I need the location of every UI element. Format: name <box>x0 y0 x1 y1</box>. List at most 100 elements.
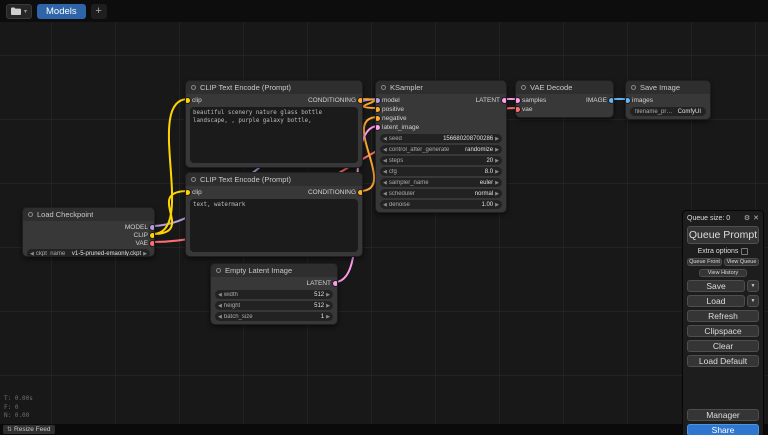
clipspace-button[interactable]: Clipspace <box>687 325 759 337</box>
collapse-icon[interactable] <box>191 177 196 182</box>
decrement-arrow-icon[interactable]: ◀ <box>383 136 387 142</box>
node-header[interactable]: Load Checkpoint <box>23 208 154 221</box>
increment-arrow-icon[interactable]: ▶ <box>326 303 330 309</box>
widget-batch-size[interactable]: ◀batch_size1▶ <box>215 312 333 321</box>
widget-name: steps <box>389 158 403 164</box>
decrement-arrow-icon[interactable]: ◀ <box>218 314 222 320</box>
increment-arrow-icon[interactable]: ▶ <box>495 147 499 153</box>
increment-arrow-icon[interactable]: ▶ <box>326 314 330 320</box>
increment-arrow-icon[interactable]: ▶ <box>495 169 499 175</box>
decrement-arrow-icon[interactable]: ◀ <box>383 158 387 164</box>
increment-arrow-icon[interactable]: ▶ <box>495 191 499 197</box>
widget-denoise[interactable]: ◀denoise1.00▶ <box>380 200 502 209</box>
images-input-port[interactable] <box>625 98 630 103</box>
increment-arrow-icon[interactable]: ▶ <box>326 292 330 298</box>
node-header[interactable]: KSampler <box>376 81 506 94</box>
node-clip-text-encode-negative[interactable]: CLIP Text Encode (Prompt) clip CONDITION… <box>185 172 363 257</box>
latent-output-port[interactable] <box>333 281 338 286</box>
prompt-textarea[interactable]: text, watermark <box>190 199 358 252</box>
extra-options-checkbox[interactable] <box>741 248 748 255</box>
node-header[interactable]: CLIP Text Encode (Prompt) <box>186 173 362 186</box>
node-header[interactable]: VAE Decode <box>516 81 613 94</box>
clip-output-port[interactable] <box>150 233 155 238</box>
decrement-arrow-icon[interactable]: ◀ <box>383 191 387 197</box>
decrement-arrow-icon[interactable]: ◀ <box>218 303 222 309</box>
close-icon[interactable]: ✕ <box>753 215 759 222</box>
node-empty-latent-image[interactable]: Empty Latent Image LATENT ◀width512▶ ◀he… <box>210 263 338 325</box>
decrement-arrow-icon[interactable]: ◀ <box>383 147 387 153</box>
increment-arrow-icon[interactable]: ▶ <box>495 136 499 142</box>
node-vae-decode[interactable]: VAE Decode samples IMAGE vae <box>515 80 614 118</box>
refresh-button[interactable]: Refresh <box>687 310 759 322</box>
tab-models[interactable]: Models <box>37 4 86 19</box>
queue-front-button[interactable]: Queue Front <box>687 258 722 266</box>
positive-input-port[interactable] <box>375 107 380 112</box>
collapse-icon[interactable] <box>191 85 196 90</box>
queue-prompt-button[interactable]: Queue Prompt <box>687 226 759 244</box>
conditioning-output-port[interactable] <box>358 98 363 103</box>
node-save-image[interactable]: Save Image images filename_prefix ComfyU… <box>625 80 711 120</box>
decrement-arrow-icon[interactable]: ◀ <box>383 202 387 208</box>
decrement-arrow-icon[interactable]: ◀ <box>383 169 387 175</box>
stat-line: F: 0 <box>4 404 33 413</box>
widget-filename-prefix[interactable]: filename_prefix ComfyUI <box>630 107 706 116</box>
widget-width[interactable]: ◀width512▶ <box>215 290 333 299</box>
widget-height[interactable]: ◀height512▶ <box>215 301 333 310</box>
increment-arrow-icon[interactable]: ▶ <box>495 158 499 164</box>
node-load-checkpoint[interactable]: Load Checkpoint MODEL CLIP VAE ◀ ckpt_na… <box>22 207 155 257</box>
node-header[interactable]: Empty Latent Image <box>211 264 337 277</box>
clip-input-port[interactable] <box>185 190 190 195</box>
image-output-port[interactable] <box>609 98 614 103</box>
view-queue-button[interactable]: View Queue <box>724 258 759 266</box>
widget-control-after-generate[interactable]: ◀control_after_generaterandomize▶ <box>380 145 502 154</box>
widget-scheduler[interactable]: ◀schedulernormal▶ <box>380 189 502 198</box>
share-button[interactable]: Share <box>687 424 759 435</box>
prompt-textarea[interactable]: beautiful scenery nature glass bottle la… <box>190 107 358 163</box>
increment-arrow-icon[interactable]: ▶ <box>495 180 499 186</box>
decrement-arrow-icon[interactable]: ◀ <box>218 292 222 298</box>
node-header[interactable]: CLIP Text Encode (Prompt) <box>186 81 362 94</box>
samples-input-port[interactable] <box>515 98 520 103</box>
decrement-arrow-icon[interactable]: ◀ <box>30 251 34 257</box>
collapse-icon[interactable] <box>521 85 526 90</box>
collapse-icon[interactable] <box>631 85 636 90</box>
manager-button[interactable]: Manager <box>687 409 759 421</box>
model-input-port[interactable] <box>375 98 380 103</box>
increment-arrow-icon[interactable]: ▶ <box>143 251 147 257</box>
node-header[interactable]: Save Image <box>626 81 710 94</box>
load-button[interactable]: Load <box>687 295 745 307</box>
widget-steps[interactable]: ◀steps20▶ <box>380 156 502 165</box>
latent-output-port[interactable] <box>502 98 507 103</box>
gear-icon[interactable]: ⚙ <box>744 215 750 222</box>
conditioning-output-port[interactable] <box>358 190 363 195</box>
clip-input-port[interactable] <box>185 98 190 103</box>
collapse-icon[interactable] <box>216 268 221 273</box>
decrement-arrow-icon[interactable]: ◀ <box>383 180 387 186</box>
widget-seed[interactable]: ◀seed156680208700286▶ <box>380 134 502 143</box>
latent-image-input-port[interactable] <box>375 125 380 130</box>
collapse-icon[interactable] <box>28 212 33 217</box>
workflows-folder-button[interactable]: ▾ <box>6 4 32 19</box>
model-output-port[interactable] <box>150 225 155 230</box>
vae-input-port[interactable] <box>515 107 520 112</box>
view-history-button[interactable]: View History <box>699 269 747 277</box>
node-clip-text-encode-positive[interactable]: CLIP Text Encode (Prompt) clip CONDITION… <box>185 80 363 168</box>
widget-name: control_after_generate <box>389 147 449 153</box>
new-workflow-button[interactable]: + <box>91 4 107 19</box>
stat-line: T: 0.00s <box>4 395 33 404</box>
clear-button[interactable]: Clear <box>687 340 759 352</box>
save-dropdown-button[interactable]: ▼ <box>747 280 759 292</box>
increment-arrow-icon[interactable]: ▶ <box>495 202 499 208</box>
widget-cfg[interactable]: ◀cfg8.0▶ <box>380 167 502 176</box>
load-default-button[interactable]: Load Default <box>687 355 759 367</box>
widget-sampler-name[interactable]: ◀sampler_nameeuler▶ <box>380 178 502 187</box>
vae-output-port[interactable] <box>150 241 155 246</box>
load-dropdown-button[interactable]: ▼ <box>747 295 759 307</box>
widget-ckpt-name[interactable]: ◀ ckpt_name v1-5-pruned-emaonly.ckpt ▶ <box>27 249 150 257</box>
collapse-icon[interactable] <box>381 85 386 90</box>
node-ksampler[interactable]: KSampler model LATENT positive negative … <box>375 80 507 213</box>
negative-input-port[interactable] <box>375 116 380 121</box>
save-button[interactable]: Save <box>687 280 745 292</box>
resize-feed-button[interactable]: ⇅ Resize Feed <box>3 425 55 434</box>
widget-name: width <box>224 292 238 298</box>
